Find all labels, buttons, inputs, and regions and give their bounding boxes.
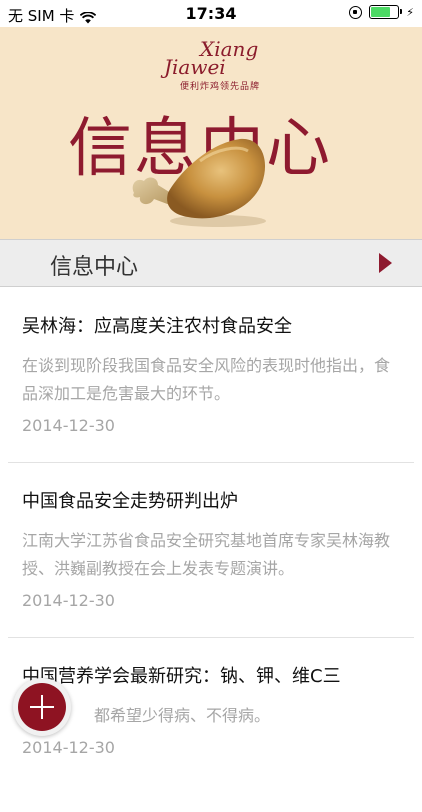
news-summary: 江南大学江苏省食品安全研究基地首席专家吴林海教授、洪巍副教授在会上发表专题演讲。 bbox=[22, 531, 391, 578]
news-title: 吴林海：应高度关注农村食品安全 bbox=[22, 316, 292, 337]
section-title: 信息中心 bbox=[50, 255, 139, 280]
news-list: 吴林海：应高度关注农村食品安全 在谈到现阶段我国食品安全风险的表现时他指出，食品… bbox=[0, 287, 422, 812]
news-date: 2014-12-30 bbox=[22, 416, 115, 435]
status-right: ⚡ bbox=[349, 5, 414, 19]
news-title: 中国食品安全走势研判出炉 bbox=[22, 491, 238, 512]
list-item[interactable]: 中国食品安全走势研判出炉 江南大学江苏省食品安全研究基地首席专家吴林海教授、洪巍… bbox=[0, 462, 422, 637]
brand-script-line2: Jiawei bbox=[164, 55, 226, 79]
news-date: 2014-12-30 bbox=[22, 591, 115, 610]
news-date: 2014-12-30 bbox=[22, 738, 115, 757]
brand-logo: Xiang Jiawei 便利炸鸡领先品牌 bbox=[160, 37, 270, 95]
add-button[interactable] bbox=[13, 678, 71, 736]
list-item[interactable]: 吴林海：应高度关注农村食品安全 在谈到现阶段我国食品安全风险的表现时他指出，食品… bbox=[0, 287, 422, 462]
section-header[interactable]: 信息中心 bbox=[0, 239, 422, 287]
status-bar: 无 SIM 卡 17:34 ⚡ bbox=[0, 0, 422, 27]
triangle-right-icon[interactable] bbox=[379, 253, 392, 273]
battery-level bbox=[371, 7, 391, 17]
drumstick-illustration bbox=[132, 138, 266, 227]
news-title: 中国营养学会最新研究：钠、钾、维C三 bbox=[22, 666, 341, 687]
news-summary: 都希望少得病、不得病。 bbox=[94, 706, 271, 725]
brand-tagline: 便利炸鸡领先品牌 bbox=[180, 82, 261, 92]
battery-icon bbox=[369, 5, 403, 19]
banner: Xiang Jiawei 便利炸鸡领先品牌 信息中心 bbox=[0, 27, 422, 239]
lightning-bolt-icon: ⚡ bbox=[406, 5, 414, 19]
news-summary: 在谈到现阶段我国食品安全风险的表现时他指出，食品深加工是危害最大的环节。 bbox=[22, 356, 391, 403]
plus-icon[interactable] bbox=[18, 683, 66, 731]
orientation-lock-icon bbox=[349, 5, 363, 19]
